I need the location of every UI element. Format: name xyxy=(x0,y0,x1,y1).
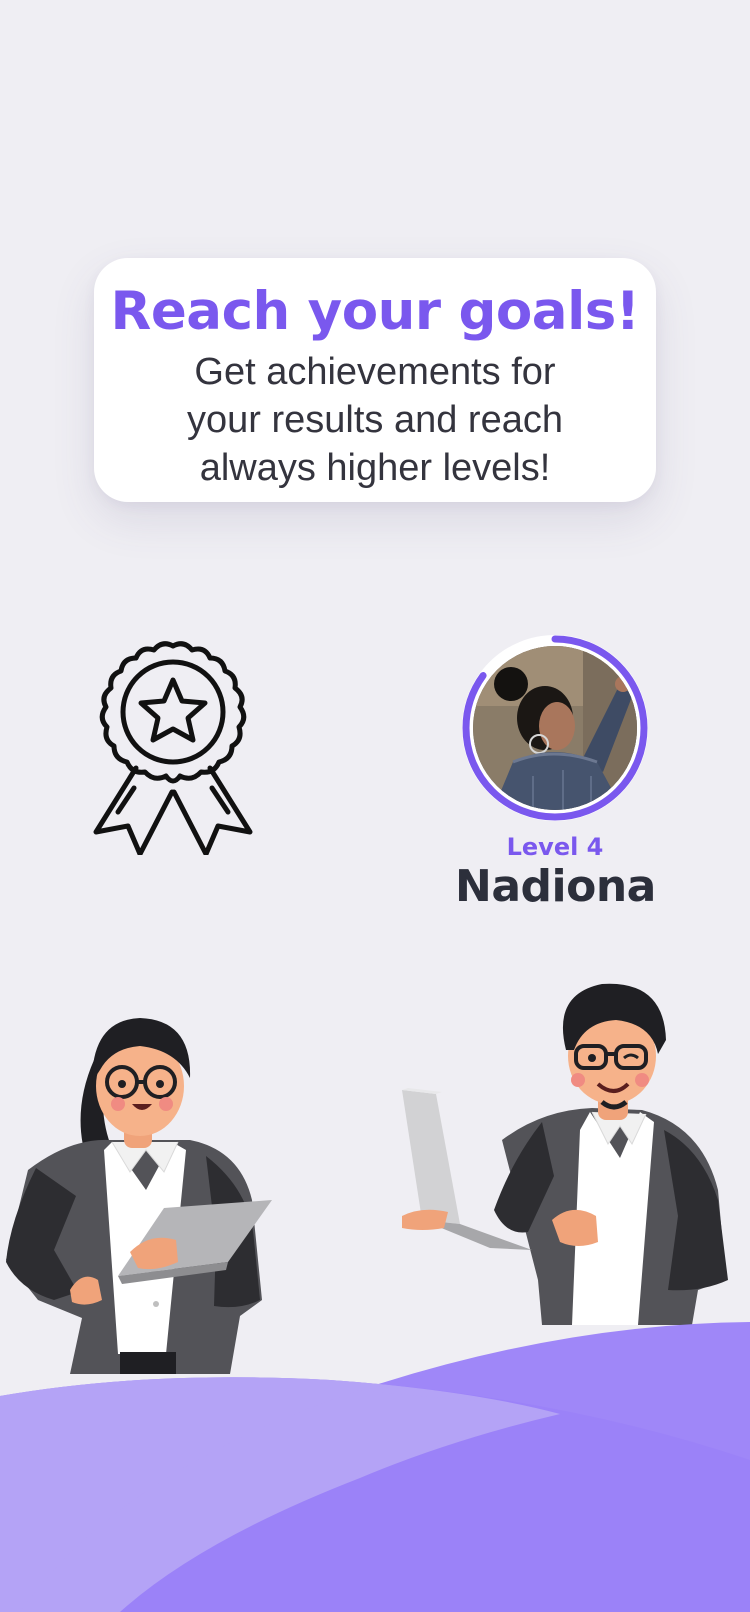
level-label: Level 4 xyxy=(506,833,604,861)
onboarding-screen: Reach your goals! Get achievements for y… xyxy=(0,0,750,1612)
card-title: Reach your goals! xyxy=(110,281,640,342)
businessman-illustration xyxy=(402,980,750,1325)
info-card: Reach your goals! Get achievements for y… xyxy=(94,258,656,502)
user-name: Nadiona xyxy=(455,861,656,912)
level-progress-ring xyxy=(455,628,655,828)
award-ribbon-star-icon xyxy=(88,640,258,857)
avatar xyxy=(473,646,637,810)
card-description: Get achievements for your results and re… xyxy=(187,351,563,489)
decorative-waves xyxy=(0,1310,750,1612)
user-profile[interactable]: Level 4 Nadiona xyxy=(455,628,656,912)
